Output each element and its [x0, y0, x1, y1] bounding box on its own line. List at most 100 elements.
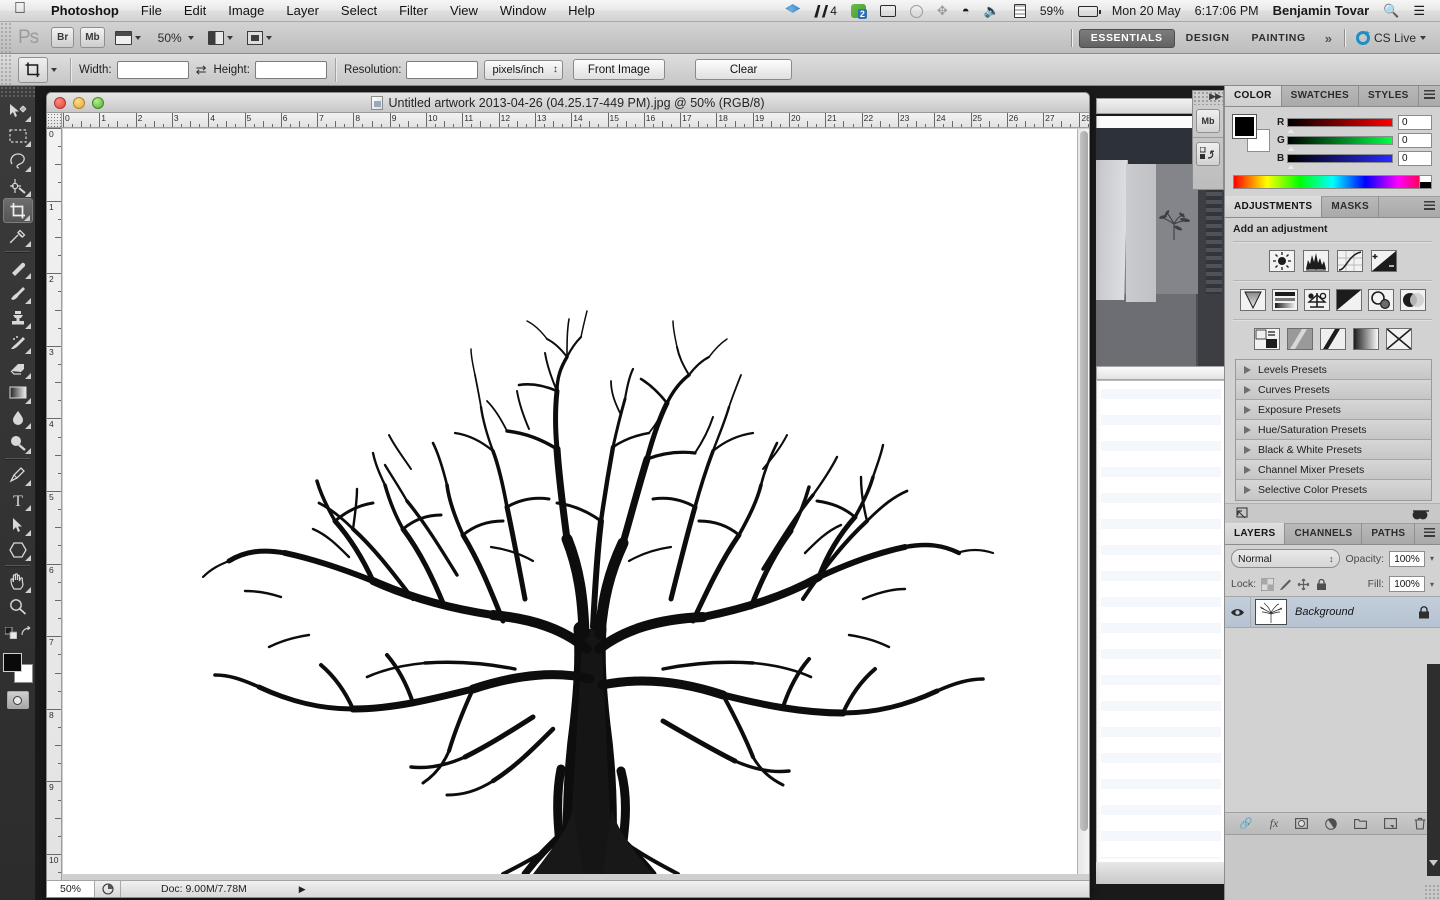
- dodge-tool[interactable]: [3, 430, 33, 455]
- canvas-area[interactable]: [63, 129, 1080, 874]
- front-image-button[interactable]: Front Image: [572, 59, 665, 80]
- menu-image[interactable]: Image: [217, 0, 275, 22]
- tab-paths[interactable]: PATHS: [1362, 523, 1416, 544]
- slider-track-g[interactable]: [1287, 136, 1393, 151]
- crop-resolution-input[interactable]: [406, 60, 479, 79]
- swap-colors-icon[interactable]: [19, 626, 32, 638]
- tools-grip[interactable]: [0, 86, 35, 98]
- blur-tool[interactable]: [3, 405, 33, 430]
- tab-layers[interactable]: LAYERS: [1225, 523, 1286, 544]
- color-balance-icon[interactable]: [1303, 289, 1330, 311]
- channel-value-r[interactable]: 0: [1398, 115, 1432, 130]
- background-window-secondary-titlebar[interactable]: [1096, 366, 1226, 380]
- layer-style-fx-icon[interactable]: fx: [1270, 816, 1279, 831]
- view-extras-button[interactable]: [110, 26, 146, 50]
- expand-dock-icon[interactable]: ▶▶: [1209, 91, 1222, 102]
- brightness-contrast-icon[interactable]: [1268, 250, 1295, 272]
- eraser-tool[interactable]: [3, 355, 33, 380]
- launch-mini-bridge-button[interactable]: Mb: [80, 27, 105, 48]
- photo-filter-icon[interactable]: [1367, 289, 1394, 311]
- workspace-more-icon[interactable]: »: [1317, 31, 1338, 46]
- optionsbar-grip[interactable]: [0, 54, 12, 85]
- history-brush-tool[interactable]: [3, 330, 33, 355]
- arrange-documents-button[interactable]: [203, 26, 238, 50]
- image-canvas[interactable]: [63, 129, 1080, 874]
- resolution-units-select[interactable]: pixels/inch: [484, 59, 563, 80]
- new-group-icon[interactable]: [1354, 818, 1368, 829]
- tab-styles[interactable]: STYLES: [1359, 85, 1419, 106]
- preset-channel-mixer[interactable]: Channel Mixer Presets: [1236, 460, 1431, 480]
- channel-value-g[interactable]: 0: [1398, 133, 1432, 148]
- link-layers-icon[interactable]: 🔗: [1239, 817, 1253, 830]
- apple-logo-icon[interactable]: : [0, 1, 40, 20]
- tab-adjustments[interactable]: ADJUSTMENTS: [1225, 196, 1323, 217]
- spot-healing-brush-tool[interactable]: [3, 255, 33, 280]
- statusbar-zoom[interactable]: 50%: [47, 880, 95, 897]
- return-to-adjustment-list-icon[interactable]: [1235, 506, 1251, 521]
- dock-scroll-down-icon[interactable]: [1428, 857, 1439, 868]
- layer-name[interactable]: Background: [1295, 606, 1418, 618]
- opacity-chevron-icon[interactable]: ▾: [1430, 554, 1434, 563]
- fill-chevron-icon[interactable]: ▾: [1430, 580, 1434, 589]
- preset-selective-color[interactable]: Selective Color Presets: [1236, 480, 1431, 500]
- preset-levels[interactable]: Levels Presets: [1236, 360, 1431, 380]
- horizontal-ruler[interactable]: 0 1 2 3 4 5 6 7 8 9 10 11 12 13 14 15 16 17 18 19 20 21 22 23 24…: [47, 113, 1089, 128]
- adjustments-panel-menu-icon[interactable]: [1424, 201, 1435, 213]
- menu-date[interactable]: Mon 20 May: [1105, 0, 1188, 22]
- battery-icon[interactable]: [1071, 5, 1105, 17]
- menu-file[interactable]: File: [130, 0, 173, 22]
- add-layer-mask-icon[interactable]: [1295, 818, 1308, 829]
- delete-layer-icon[interactable]: [1414, 817, 1426, 830]
- eyedropper-tool[interactable]: [3, 223, 33, 248]
- color-foreground-swatch[interactable]: [1232, 114, 1257, 139]
- document-titlebar[interactable]: Untitled artwork 2013-04-26 (04.25.17-44…: [47, 93, 1089, 113]
- preset-hue-saturation[interactable]: Hue/Saturation Presets: [1236, 420, 1431, 440]
- swap-width-height-icon[interactable]: ⇄: [189, 62, 214, 78]
- new-layer-icon[interactable]: [1384, 818, 1397, 829]
- ruler-origin-corner[interactable]: [47, 113, 62, 128]
- default-colors-icon[interactable]: [5, 627, 17, 639]
- layer-thumbnail[interactable]: [1255, 599, 1287, 625]
- crop-tool[interactable]: [2, 198, 33, 223]
- dock-resize-grip[interactable]: [1424, 884, 1440, 900]
- rectangular-marquee-tool[interactable]: [3, 123, 33, 148]
- airplay-icon[interactable]: [873, 5, 903, 17]
- volume-icon[interactable]: 🔈: [977, 0, 1007, 22]
- layers-panel-menu-icon[interactable]: [1424, 528, 1435, 540]
- menu-user-name[interactable]: Benjamin Tovar: [1266, 0, 1377, 22]
- mini-dock-grip[interactable]: ▶▶: [1193, 91, 1223, 105]
- opacity-value[interactable]: 100%: [1388, 550, 1425, 567]
- crop-width-input[interactable]: [116, 60, 189, 79]
- exposure-icon[interactable]: [1370, 250, 1397, 272]
- levels-icon[interactable]: [1302, 250, 1329, 272]
- antialias-icon[interactable]: 4: [807, 0, 844, 22]
- preset-black-white[interactable]: Black & White Presets: [1236, 440, 1431, 460]
- bluetooth-icon[interactable]: ✥: [930, 0, 955, 22]
- menu-edit[interactable]: Edit: [173, 0, 217, 22]
- battery-percent[interactable]: 59%: [1033, 0, 1071, 22]
- selective-color-icon[interactable]: [1385, 328, 1412, 350]
- menu-layer[interactable]: Layer: [275, 0, 330, 22]
- maximize-button[interactable]: [92, 97, 104, 109]
- launch-bridge-button[interactable]: Br: [51, 27, 75, 48]
- lock-transparency-icon[interactable]: [1261, 577, 1275, 591]
- vertical-ruler[interactable]: 0 1 2 3 4 5 6 7 8 9 10: [47, 128, 62, 897]
- crop-height-input[interactable]: [254, 60, 327, 79]
- timemachine-icon[interactable]: [903, 4, 930, 18]
- menu-photoshop[interactable]: Photoshop: [40, 0, 130, 22]
- hand-tool[interactable]: [3, 569, 33, 594]
- type-tool[interactable]: T: [3, 487, 33, 512]
- tab-color[interactable]: COLOR: [1225, 85, 1282, 106]
- history-panel-button[interactable]: [1196, 142, 1220, 166]
- color-panel-menu-icon[interactable]: [1424, 90, 1435, 102]
- tab-swatches[interactable]: SWATCHES: [1282, 85, 1359, 106]
- preset-curves[interactable]: Curves Presets: [1236, 380, 1431, 400]
- vertical-scroll-thumb[interactable]: [1080, 131, 1088, 831]
- workspace-design[interactable]: DESIGN: [1175, 32, 1241, 44]
- posterize-icon[interactable]: [1286, 328, 1313, 350]
- minimize-button[interactable]: [73, 97, 85, 109]
- foreground-background-color[interactable]: [2, 653, 33, 683]
- layer-row-background[interactable]: Background: [1225, 596, 1440, 628]
- fill-value[interactable]: 100%: [1388, 576, 1425, 592]
- tab-masks[interactable]: MASKS: [1322, 196, 1379, 217]
